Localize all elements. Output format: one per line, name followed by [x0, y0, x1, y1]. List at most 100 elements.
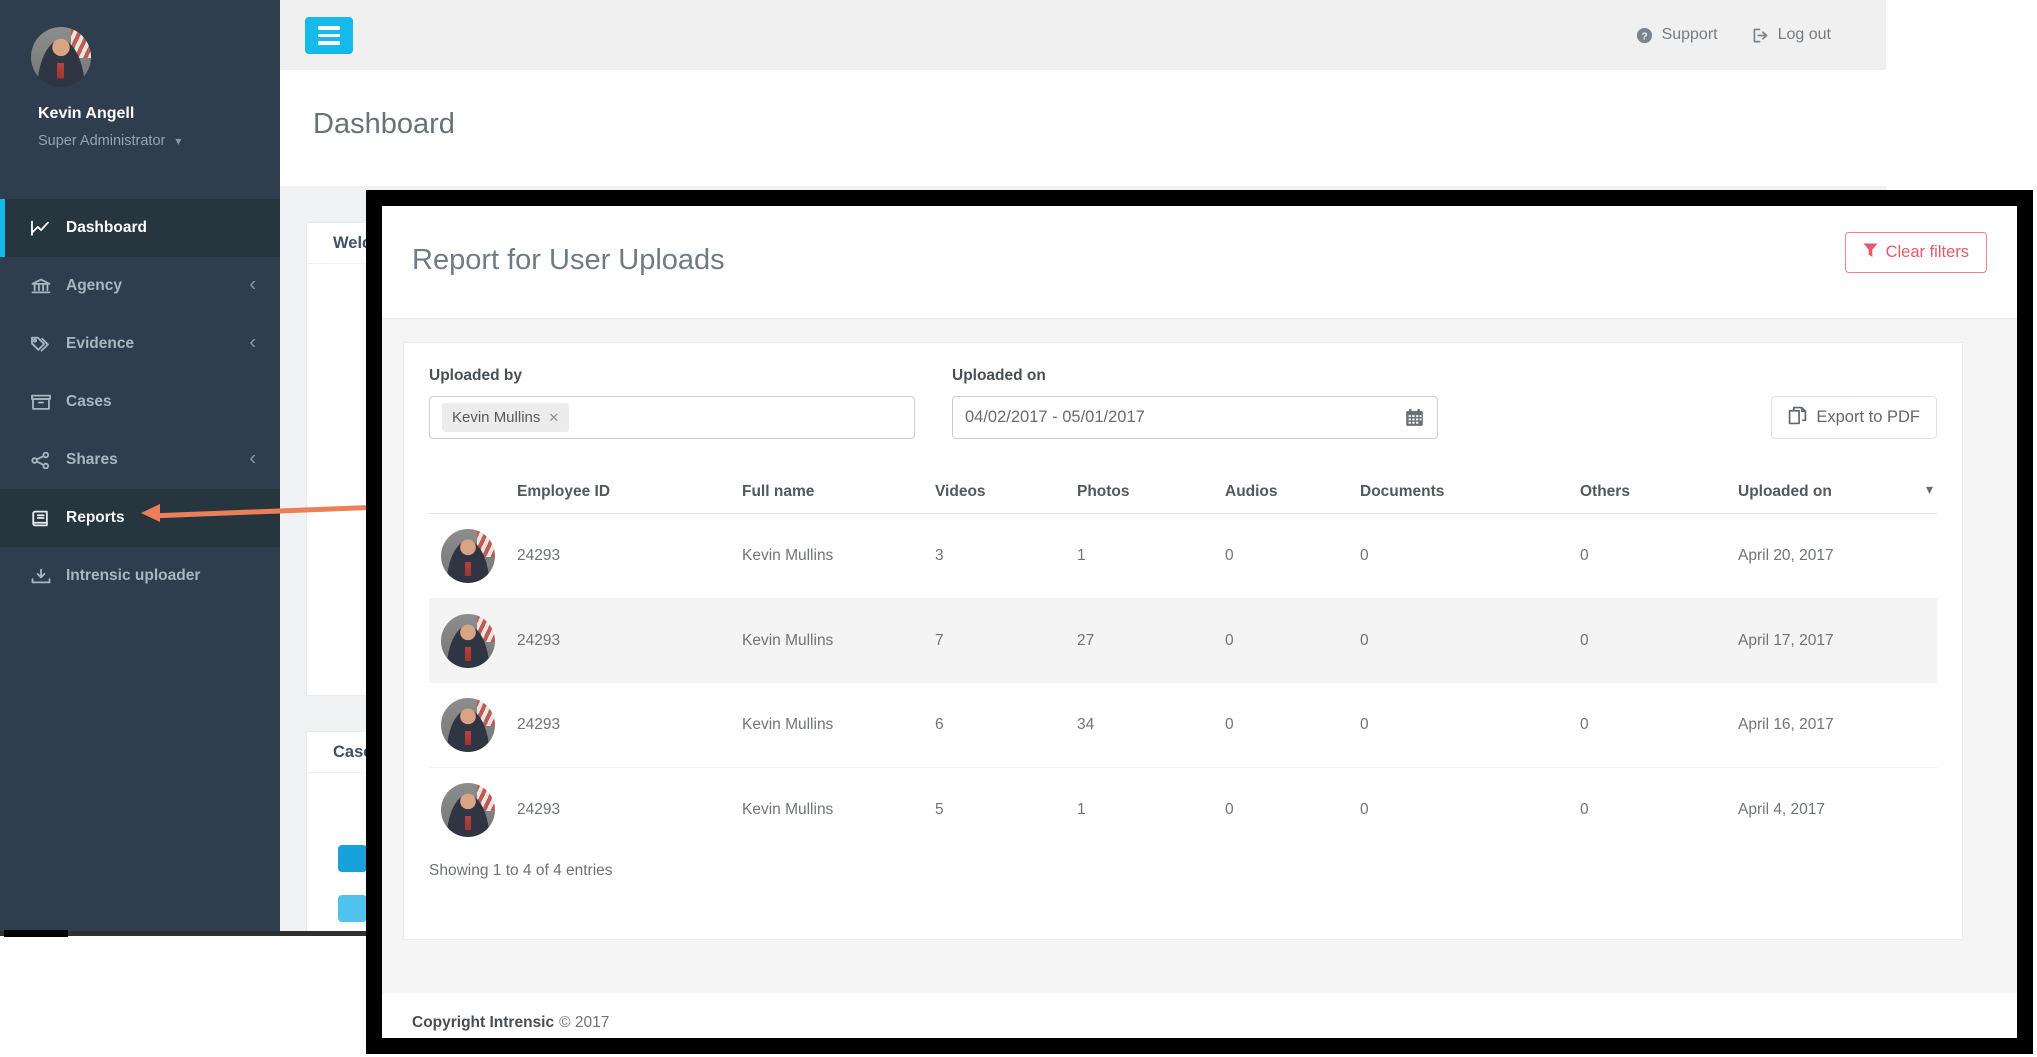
report-window-title: Report for User Uploads — [412, 244, 725, 277]
app-bottom-edge-dark — [4, 930, 68, 937]
report-card: Uploaded by Kevin Mullins ✕ Uploaded on … — [403, 342, 1963, 940]
table-row[interactable]: 24293 Kevin Mullins 5 1 0 0 0 April 4, 2… — [429, 768, 1937, 852]
cell-full-name: Kevin Mullins — [742, 632, 935, 650]
cell-uploaded-on: April 16, 2017 — [1738, 716, 1937, 734]
topbar: ? Support Log out — [280, 0, 1886, 70]
uploaded-on-label: Uploaded on — [952, 367, 1438, 385]
row-avatar — [441, 614, 495, 668]
cell-audios: 0 — [1225, 547, 1360, 565]
cell-employee-id: 24293 — [517, 716, 742, 734]
cell-documents: 0 — [1360, 801, 1580, 819]
page-title: Dashboard — [313, 108, 455, 141]
header-audios[interactable]: Audios — [1225, 483, 1360, 501]
cell-employee-id: 24293 — [517, 632, 742, 650]
hamburger-menu-button[interactable] — [305, 17, 353, 54]
sign-out-icon — [1752, 28, 1769, 43]
calendar-icon — [1405, 408, 1424, 432]
row-avatar — [441, 529, 495, 583]
sidebar-item-intrensic-uploader[interactable]: Intrensic uploader — [0, 547, 280, 605]
support-label: Support — [1662, 26, 1718, 44]
cell-videos: 3 — [935, 547, 1077, 565]
cell-uploaded-on: April 20, 2017 — [1738, 547, 1937, 565]
uploads-table: Employee ID Full name Videos Photos Audi… — [429, 471, 1937, 880]
arrow-head-icon — [141, 504, 160, 522]
chevron-left-icon: ‹ — [249, 332, 256, 355]
footer-year: © 2017 — [559, 1014, 609, 1032]
uploaded-by-tag: Kevin Mullins ✕ — [442, 403, 569, 432]
sidebar-nav: Dashboard Agency ‹ Evidence ‹ C — [0, 199, 280, 605]
svg-text:?: ? — [1641, 31, 1647, 42]
sidebar-item-dashboard[interactable]: Dashboard — [0, 199, 280, 257]
header-videos[interactable]: Videos — [935, 483, 1077, 501]
support-link[interactable]: ? Support — [1636, 26, 1718, 44]
bank-icon — [30, 278, 52, 295]
cell-documents: 0 — [1360, 632, 1580, 650]
cell-others: 0 — [1580, 801, 1738, 819]
copy-pages-icon — [1788, 406, 1807, 430]
sidebar-item-evidence[interactable]: Evidence ‹ — [0, 315, 280, 373]
chevron-left-icon: ‹ — [249, 448, 256, 471]
sidebar-item-label: Evidence — [66, 335, 134, 353]
row-avatar — [441, 783, 495, 837]
sort-descending-icon[interactable]: ▾ — [1926, 481, 1933, 498]
sidebar-item-label: Reports — [66, 509, 125, 527]
user-role[interactable]: Super Administrator▾ — [38, 133, 181, 149]
sidebar: Kevin Angell Super Administrator▾ Dashbo… — [0, 0, 280, 933]
export-to-pdf-label: Export to PDF — [1816, 408, 1920, 427]
question-circle-icon: ? — [1636, 27, 1653, 44]
sidebar-item-reports[interactable]: Reports — [0, 489, 280, 547]
sidebar-item-agency[interactable]: Agency ‹ — [0, 257, 280, 315]
cell-employee-id: 24293 — [517, 547, 742, 565]
cell-documents: 0 — [1360, 716, 1580, 734]
clear-filters-button[interactable]: Clear filters — [1845, 232, 1987, 273]
footer-brand: Copyright Intrensic — [412, 1014, 554, 1032]
logout-link[interactable]: Log out — [1752, 26, 1831, 44]
header-uploaded-on[interactable]: Uploaded on — [1738, 483, 1937, 501]
sidebar-item-label: Shares — [66, 451, 118, 469]
header-others[interactable]: Others — [1580, 483, 1738, 501]
sidebar-item-cases[interactable]: Cases — [0, 373, 280, 431]
cell-full-name: Kevin Mullins — [742, 716, 935, 734]
report-window: Report for User Uploads Clear filters Up… — [366, 190, 2033, 1054]
cell-others: 0 — [1580, 632, 1738, 650]
cell-photos: 27 — [1077, 632, 1225, 650]
cell-uploaded-on: April 17, 2017 — [1738, 632, 1937, 650]
row-avatar — [441, 698, 495, 752]
header-documents[interactable]: Documents — [1360, 483, 1580, 501]
cell-audios: 0 — [1225, 632, 1360, 650]
header-full-name[interactable]: Full name — [742, 483, 935, 501]
user-name: Kevin Angell — [38, 105, 134, 123]
sidebar-item-shares[interactable]: Shares ‹ — [0, 431, 280, 489]
cell-photos: 34 — [1077, 716, 1225, 734]
date-range-value: 04/02/2017 - 05/01/2017 — [965, 408, 1145, 427]
cell-documents: 0 — [1360, 547, 1580, 565]
tags-icon — [30, 336, 52, 353]
cell-full-name: Kevin Mullins — [742, 547, 935, 565]
cell-videos: 7 — [935, 632, 1077, 650]
user-avatar — [31, 27, 91, 87]
legend-chip-light-blue — [338, 895, 367, 922]
header-employee-id[interactable]: Employee ID — [517, 483, 742, 501]
table-row[interactable]: 24293 Kevin Mullins 7 27 0 0 0 April 17,… — [429, 599, 1937, 683]
chevron-left-icon: ‹ — [249, 274, 256, 297]
table-row[interactable]: 24293 Kevin Mullins 3 1 0 0 0 April 20, … — [429, 514, 1937, 599]
cell-others: 0 — [1580, 547, 1738, 565]
cell-photos: 1 — [1077, 801, 1225, 819]
remove-tag-icon[interactable]: ✕ — [548, 410, 559, 426]
table-header-row: Employee ID Full name Videos Photos Audi… — [429, 471, 1937, 514]
header-photos[interactable]: Photos — [1077, 483, 1225, 501]
report-panel: Uploaded by Kevin Mullins ✕ Uploaded on … — [382, 318, 2017, 993]
cell-photos: 1 — [1077, 547, 1225, 565]
cell-others: 0 — [1580, 716, 1738, 734]
export-to-pdf-button[interactable]: Export to PDF — [1771, 396, 1937, 439]
cell-uploaded-on: April 4, 2017 — [1738, 801, 1937, 819]
uploaded-by-input[interactable]: Kevin Mullins ✕ — [429, 396, 915, 439]
table-row[interactable]: 24293 Kevin Mullins 6 34 0 0 0 April 16,… — [429, 683, 1937, 768]
sidebar-item-label: Intrensic uploader — [66, 567, 200, 585]
book-icon — [30, 510, 52, 527]
logout-label: Log out — [1778, 26, 1831, 44]
chart-line-icon — [30, 220, 52, 237]
uploaded-on-input[interactable]: 04/02/2017 - 05/01/2017 — [952, 396, 1438, 439]
legend-chip-dark-blue — [338, 845, 367, 872]
chevron-down-icon: ▾ — [175, 134, 181, 148]
